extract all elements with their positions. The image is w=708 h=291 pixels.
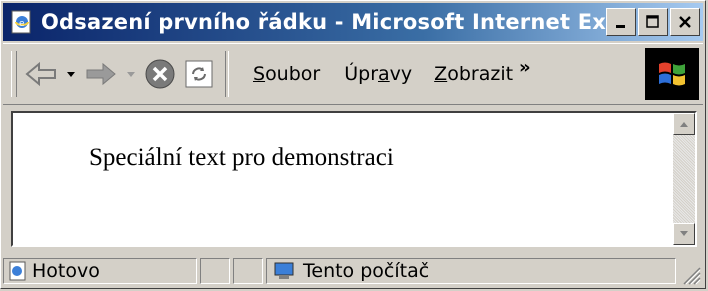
refresh-button[interactable] xyxy=(183,53,215,95)
menu-upravy-prefix: Úpr xyxy=(344,63,379,85)
status-zone-pane: Tento počítač xyxy=(266,258,676,284)
menu-zobrazit[interactable]: Zobrazit xyxy=(434,63,513,85)
back-button[interactable] xyxy=(23,53,59,95)
maximize-icon xyxy=(646,15,659,28)
status-zone: Tento počítač xyxy=(303,260,430,282)
menu-zobrazit-label: obrazit xyxy=(447,63,514,85)
menu-soubor-accesskey: S xyxy=(253,63,266,85)
toolbar-separator xyxy=(225,51,229,97)
window-controls xyxy=(606,8,700,36)
stop-icon xyxy=(145,59,175,89)
ie-page-icon: e xyxy=(9,9,35,35)
title-bar[interactable]: e Odsazení prvního řádku - Microsoft Int… xyxy=(3,3,703,41)
status-pane-blank xyxy=(200,258,230,284)
menu-upravy[interactable]: Úpravy xyxy=(344,63,412,85)
back-arrow-icon xyxy=(25,61,56,87)
vertical-scrollbar[interactable] xyxy=(673,113,695,245)
computer-icon xyxy=(274,262,294,279)
menu-upravy-label: vy xyxy=(389,63,413,85)
minimize-icon xyxy=(616,25,625,28)
chevron-down-icon xyxy=(67,72,75,77)
toolbar: Soubor Úpravy Zobrazit » xyxy=(3,43,703,105)
close-icon xyxy=(679,16,691,28)
minimize-button[interactable] xyxy=(606,8,636,36)
resize-grip-icon[interactable] xyxy=(679,263,701,285)
window-title: Odsazení prvního řádku - Microsoft Inter… xyxy=(41,10,606,34)
status-text-pane: Hotovo xyxy=(3,258,197,284)
page-content[interactable]: Speciální text pro demonstraci xyxy=(11,111,697,247)
forward-button[interactable] xyxy=(83,53,119,95)
windows-logo xyxy=(645,48,699,100)
status-pane-blank xyxy=(233,258,263,284)
page-paragraph: Speciální text pro demonstraci xyxy=(89,144,394,171)
toolbar-grip[interactable] xyxy=(11,51,17,97)
status-bar: Hotovo Tento počítač xyxy=(3,255,703,287)
menu-soubor[interactable]: Soubor xyxy=(253,63,320,85)
maximize-button[interactable] xyxy=(638,8,668,36)
forward-arrow-icon xyxy=(86,62,116,86)
ie-page-icon xyxy=(9,261,26,281)
status-text: Hotovo xyxy=(32,260,100,282)
refresh-icon xyxy=(185,60,213,88)
scroll-down-button[interactable] xyxy=(673,223,695,245)
menu-soubor-label: oubor xyxy=(265,63,321,85)
menu-upravy-accesskey: a xyxy=(378,63,390,85)
svg-text:e: e xyxy=(19,19,25,29)
close-button[interactable] xyxy=(670,8,700,36)
arrow-up-icon xyxy=(680,122,688,127)
chevron-down-icon xyxy=(127,72,135,77)
browser-window: e Odsazení prvního řádku - Microsoft Int… xyxy=(0,0,706,289)
stop-button[interactable] xyxy=(143,53,177,95)
back-dropdown[interactable] xyxy=(65,53,77,95)
toolbar-overflow-chevron[interactable]: » xyxy=(519,57,531,78)
menu-zobrazit-accesskey: Z xyxy=(434,63,448,85)
forward-dropdown[interactable] xyxy=(125,53,137,95)
scroll-up-button[interactable] xyxy=(673,113,695,135)
arrow-down-icon xyxy=(680,231,688,236)
